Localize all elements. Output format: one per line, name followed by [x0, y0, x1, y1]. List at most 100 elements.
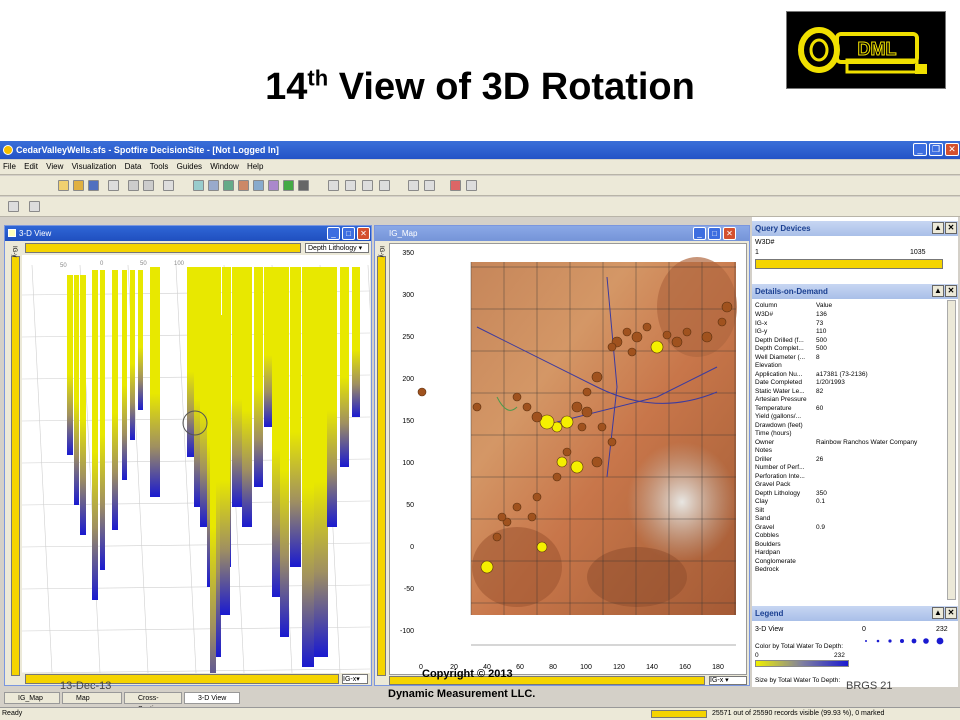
details-icon[interactable] [424, 180, 435, 191]
line-chart-icon[interactable] [253, 180, 264, 191]
paste-icon[interactable] [143, 180, 154, 191]
well-marker[interactable] [571, 401, 583, 413]
well-marker[interactable] [650, 340, 664, 354]
map-minimize-button[interactable]: _ [693, 227, 706, 240]
map-close-button[interactable]: ✕ [723, 227, 736, 240]
well-marker[interactable] [531, 411, 543, 423]
well-marker[interactable] [512, 392, 522, 402]
well-marker[interactable] [556, 456, 568, 468]
tile-vertical-icon[interactable] [362, 180, 373, 191]
map-x-axis-dropdown[interactable]: IG-x ▾ [709, 676, 747, 685]
well-marker[interactable] [560, 415, 574, 429]
map-maximize-button[interactable]: □ [708, 227, 721, 240]
well-marker[interactable] [492, 532, 502, 542]
menu-tools[interactable]: Tools [147, 160, 172, 173]
tab-ig-map[interactable]: IG_Map [4, 692, 60, 704]
map-y-axis-slider[interactable] [377, 256, 386, 676]
well-marker[interactable] [671, 336, 683, 348]
well-marker[interactable] [417, 387, 427, 397]
well-marker[interactable] [622, 327, 632, 337]
copy-icon[interactable] [128, 180, 139, 191]
well-marker[interactable] [717, 317, 727, 327]
query-collapse-button[interactable]: ▲ [932, 222, 944, 234]
menu-guides[interactable]: Guides [174, 160, 205, 173]
restore-button[interactable]: ❐ [929, 143, 943, 156]
well-marker[interactable] [591, 371, 603, 383]
well-marker[interactable] [512, 502, 522, 512]
well-marker[interactable] [627, 347, 637, 357]
tab-map[interactable]: Map [62, 692, 122, 704]
menu-visualization[interactable]: Visualization [69, 160, 120, 173]
well-marker[interactable] [536, 541, 548, 553]
menu-view[interactable]: View [43, 160, 66, 173]
profile-chart-icon[interactable] [268, 180, 279, 191]
well-marker[interactable] [552, 472, 562, 482]
pointer-icon[interactable] [163, 180, 174, 191]
well-marker[interactable] [480, 560, 494, 574]
tile-horizontal-icon[interactable] [345, 180, 356, 191]
bar-chart-icon[interactable] [223, 180, 234, 191]
well-marker[interactable] [497, 512, 507, 522]
well-marker[interactable] [577, 422, 587, 432]
well-marker[interactable] [570, 460, 584, 474]
menu-help[interactable]: Help [244, 160, 266, 173]
well-marker[interactable] [721, 301, 733, 313]
cascade-icon[interactable] [379, 180, 390, 191]
3d-top-slider[interactable] [25, 243, 301, 253]
menu-edit[interactable]: Edit [21, 160, 41, 173]
3d-scatter-icon[interactable] [208, 180, 219, 191]
legend-collapse-button[interactable]: ▲ [932, 607, 944, 619]
menu-file[interactable]: File [0, 160, 19, 173]
scatter-plot-icon[interactable] [193, 180, 204, 191]
home-icon[interactable] [29, 201, 40, 212]
tab-3d-view[interactable]: 3-D View [184, 692, 240, 704]
3d-close-button[interactable]: ✕ [357, 227, 370, 240]
well-marker[interactable] [662, 330, 672, 340]
menu-data[interactable]: Data [122, 160, 145, 173]
well-marker[interactable] [597, 422, 607, 432]
details-close-button[interactable]: ✕ [945, 285, 957, 297]
well-marker[interactable] [607, 342, 617, 352]
query-close-button[interactable]: ✕ [945, 222, 957, 234]
well-marker[interactable] [472, 402, 482, 412]
query-devices-icon[interactable] [408, 180, 419, 191]
pie-chart-icon[interactable] [238, 180, 249, 191]
3d-maximize-button[interactable]: □ [342, 227, 355, 240]
well-marker[interactable] [701, 331, 713, 343]
well-marker[interactable] [591, 456, 603, 468]
menu-window[interactable]: Window [207, 160, 241, 173]
3d-x-axis-dropdown[interactable]: IG-x▾ [342, 674, 368, 684]
layout-icon[interactable] [328, 180, 339, 191]
details-collapse-button[interactable]: ▲ [932, 285, 944, 297]
new-icon[interactable] [58, 180, 69, 191]
portal-icon[interactable] [466, 180, 477, 191]
well-marker[interactable] [522, 402, 532, 412]
map-plot-frame[interactable]: 350 300 250 200 150 100 50 0 -50 -100 0 … [389, 243, 747, 675]
3d-minimize-button[interactable]: _ [327, 227, 340, 240]
well-marker[interactable] [527, 512, 537, 522]
well-marker[interactable] [562, 447, 572, 457]
3d-y-axis-slider[interactable] [11, 256, 20, 676]
heat-map-icon[interactable] [283, 180, 294, 191]
3d-plot-area[interactable]: 50 0 50 100 [22, 255, 370, 673]
well-marker[interactable] [582, 387, 592, 397]
minimize-button[interactable]: _ [913, 143, 927, 156]
table-icon[interactable] [298, 180, 309, 191]
well-marker[interactable] [642, 322, 652, 332]
open-icon[interactable] [73, 180, 84, 191]
w3d-range-slider[interactable] [755, 259, 943, 269]
save-icon[interactable] [88, 180, 99, 191]
tab-cross-section[interactable]: Cross-Section [124, 692, 182, 713]
bookmark-icon[interactable] [8, 201, 19, 212]
legend-close-button[interactable]: ✕ [945, 607, 957, 619]
spotfire-window: CedarValleyWells.sfs - Spotfire Decision… [0, 141, 960, 720]
well-marker[interactable] [607, 437, 617, 447]
well-marker[interactable] [532, 492, 542, 502]
print-icon[interactable] [108, 180, 119, 191]
close-button[interactable]: ✕ [945, 143, 959, 156]
well-marker[interactable] [631, 331, 643, 343]
well-marker[interactable] [682, 327, 692, 337]
well-marker[interactable] [581, 406, 593, 418]
3d-color-dropdown[interactable]: Depth Lithology ▾ [305, 243, 369, 253]
guide-icon[interactable] [450, 180, 461, 191]
